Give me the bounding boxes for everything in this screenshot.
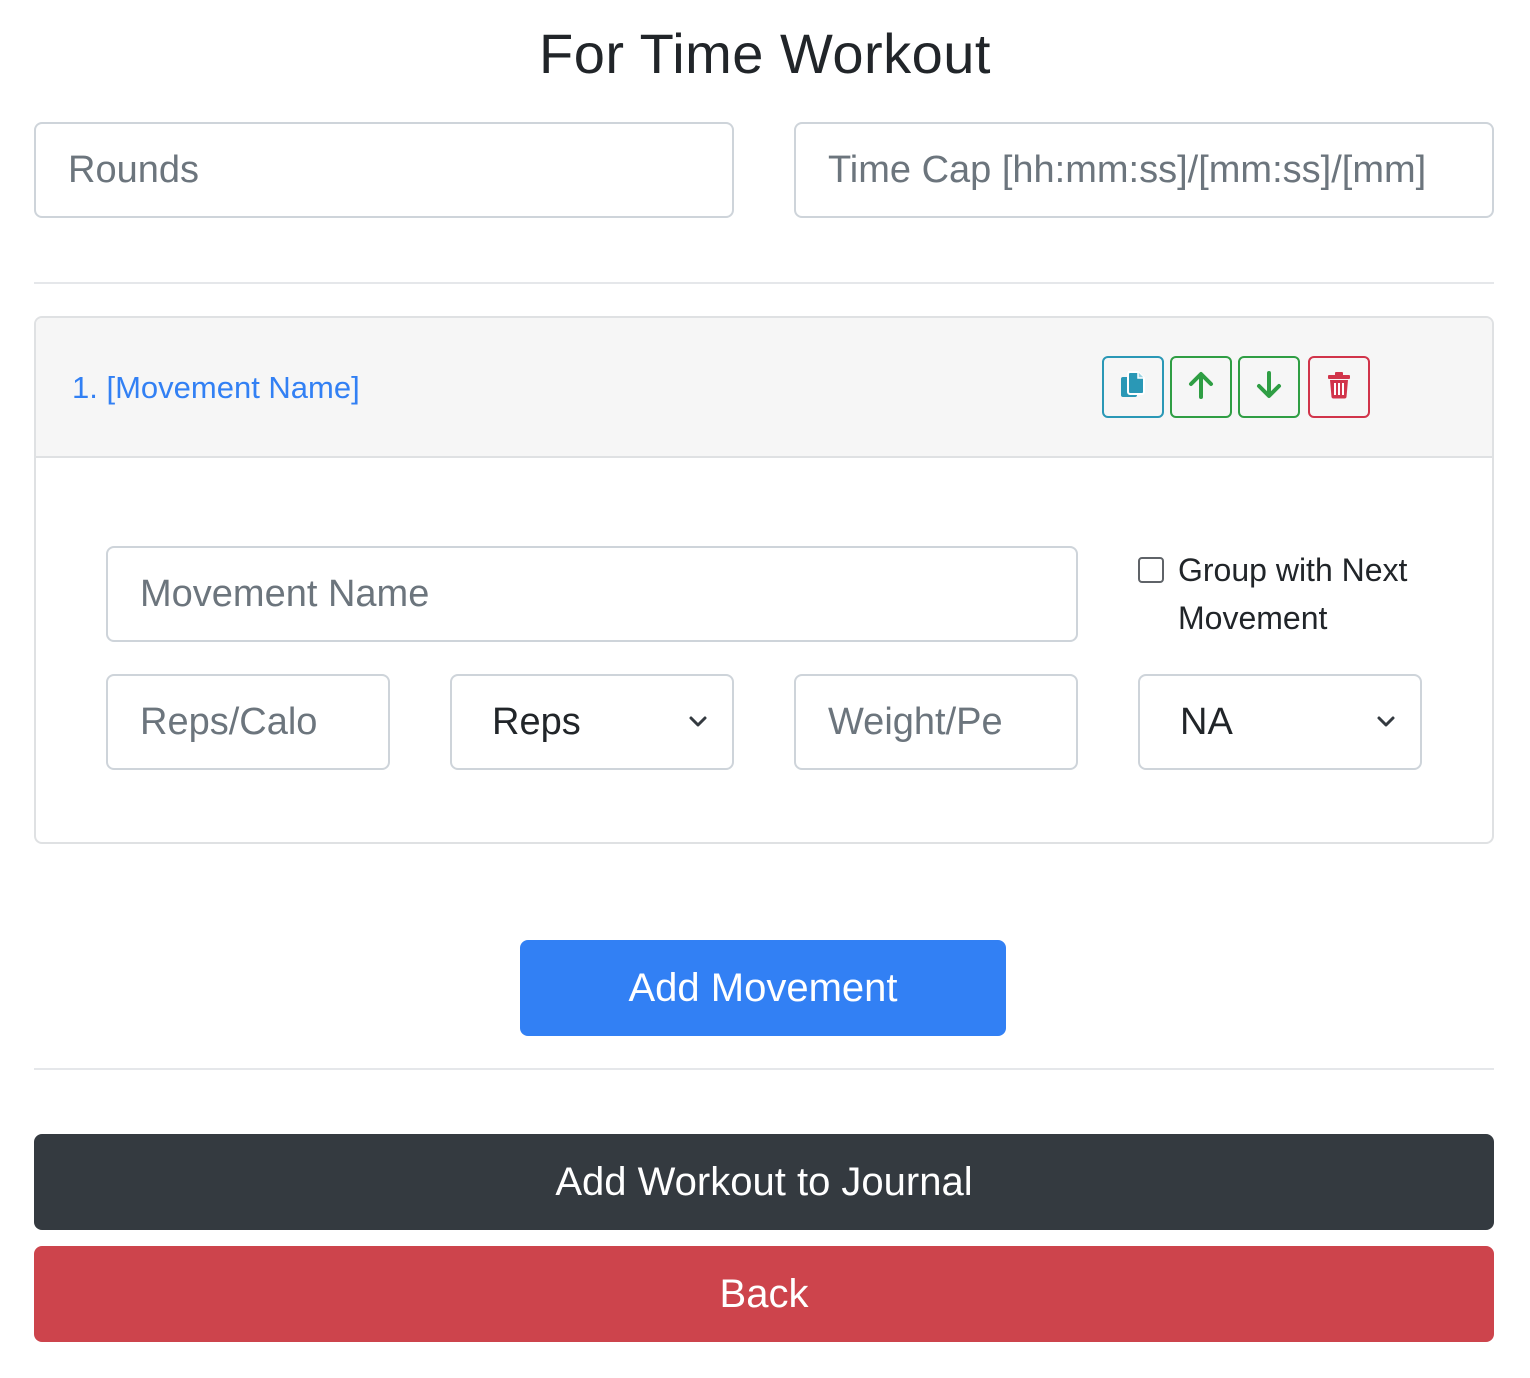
back-button[interactable]: Back [34, 1246, 1494, 1342]
divider [34, 1068, 1494, 1070]
movement-name-placeholder: Movement Name [140, 572, 430, 615]
reps-input[interactable]: Reps/Calo [106, 674, 390, 770]
rounds-placeholder: Rounds [68, 148, 199, 191]
weight-input[interactable]: Weight/Pe [794, 674, 1078, 770]
divider [34, 282, 1494, 284]
movement-name-input[interactable]: Movement Name [106, 546, 1078, 642]
arrow-up-icon [1187, 370, 1215, 405]
arrow-down-icon [1255, 370, 1283, 405]
add-movement-button[interactable]: Add Movement [520, 940, 1006, 1036]
weight-unit-value: NA [1180, 700, 1233, 743]
time-cap-input[interactable]: Time Cap [hh:mm:ss]/[mm:ss]/[mm] [794, 122, 1494, 218]
reps-unit-select[interactable]: Reps [450, 674, 734, 770]
page-title: For Time Workout [539, 22, 991, 85]
copy-icon [1119, 370, 1147, 405]
movement-card-title[interactable]: 1. [Movement Name] [72, 366, 360, 410]
trash-icon [1327, 371, 1351, 404]
weight-unit-select[interactable]: NA [1138, 674, 1422, 770]
reps-unit-value: Reps [492, 700, 581, 743]
group-with-next-checkbox[interactable] [1138, 557, 1164, 583]
copy-movement-button[interactable] [1102, 356, 1164, 418]
chevron-down-icon [688, 715, 708, 729]
chevron-down-icon [1376, 715, 1396, 729]
movement-card-header: 1. [Movement Name] [36, 318, 1492, 458]
reps-placeholder: Reps/Calo [140, 700, 318, 743]
time-cap-placeholder: Time Cap [hh:mm:ss]/[mm:ss]/[mm] [828, 148, 1427, 191]
group-with-next-label[interactable]: Group with Next Movement [1178, 546, 1478, 642]
rounds-input[interactable]: Rounds [34, 122, 734, 218]
add-workout-button[interactable]: Add Workout to Journal [34, 1134, 1494, 1230]
move-up-button[interactable] [1170, 356, 1232, 418]
move-down-button[interactable] [1238, 356, 1300, 418]
weight-placeholder: Weight/Pe [828, 700, 1003, 743]
delete-movement-button[interactable] [1308, 356, 1370, 418]
